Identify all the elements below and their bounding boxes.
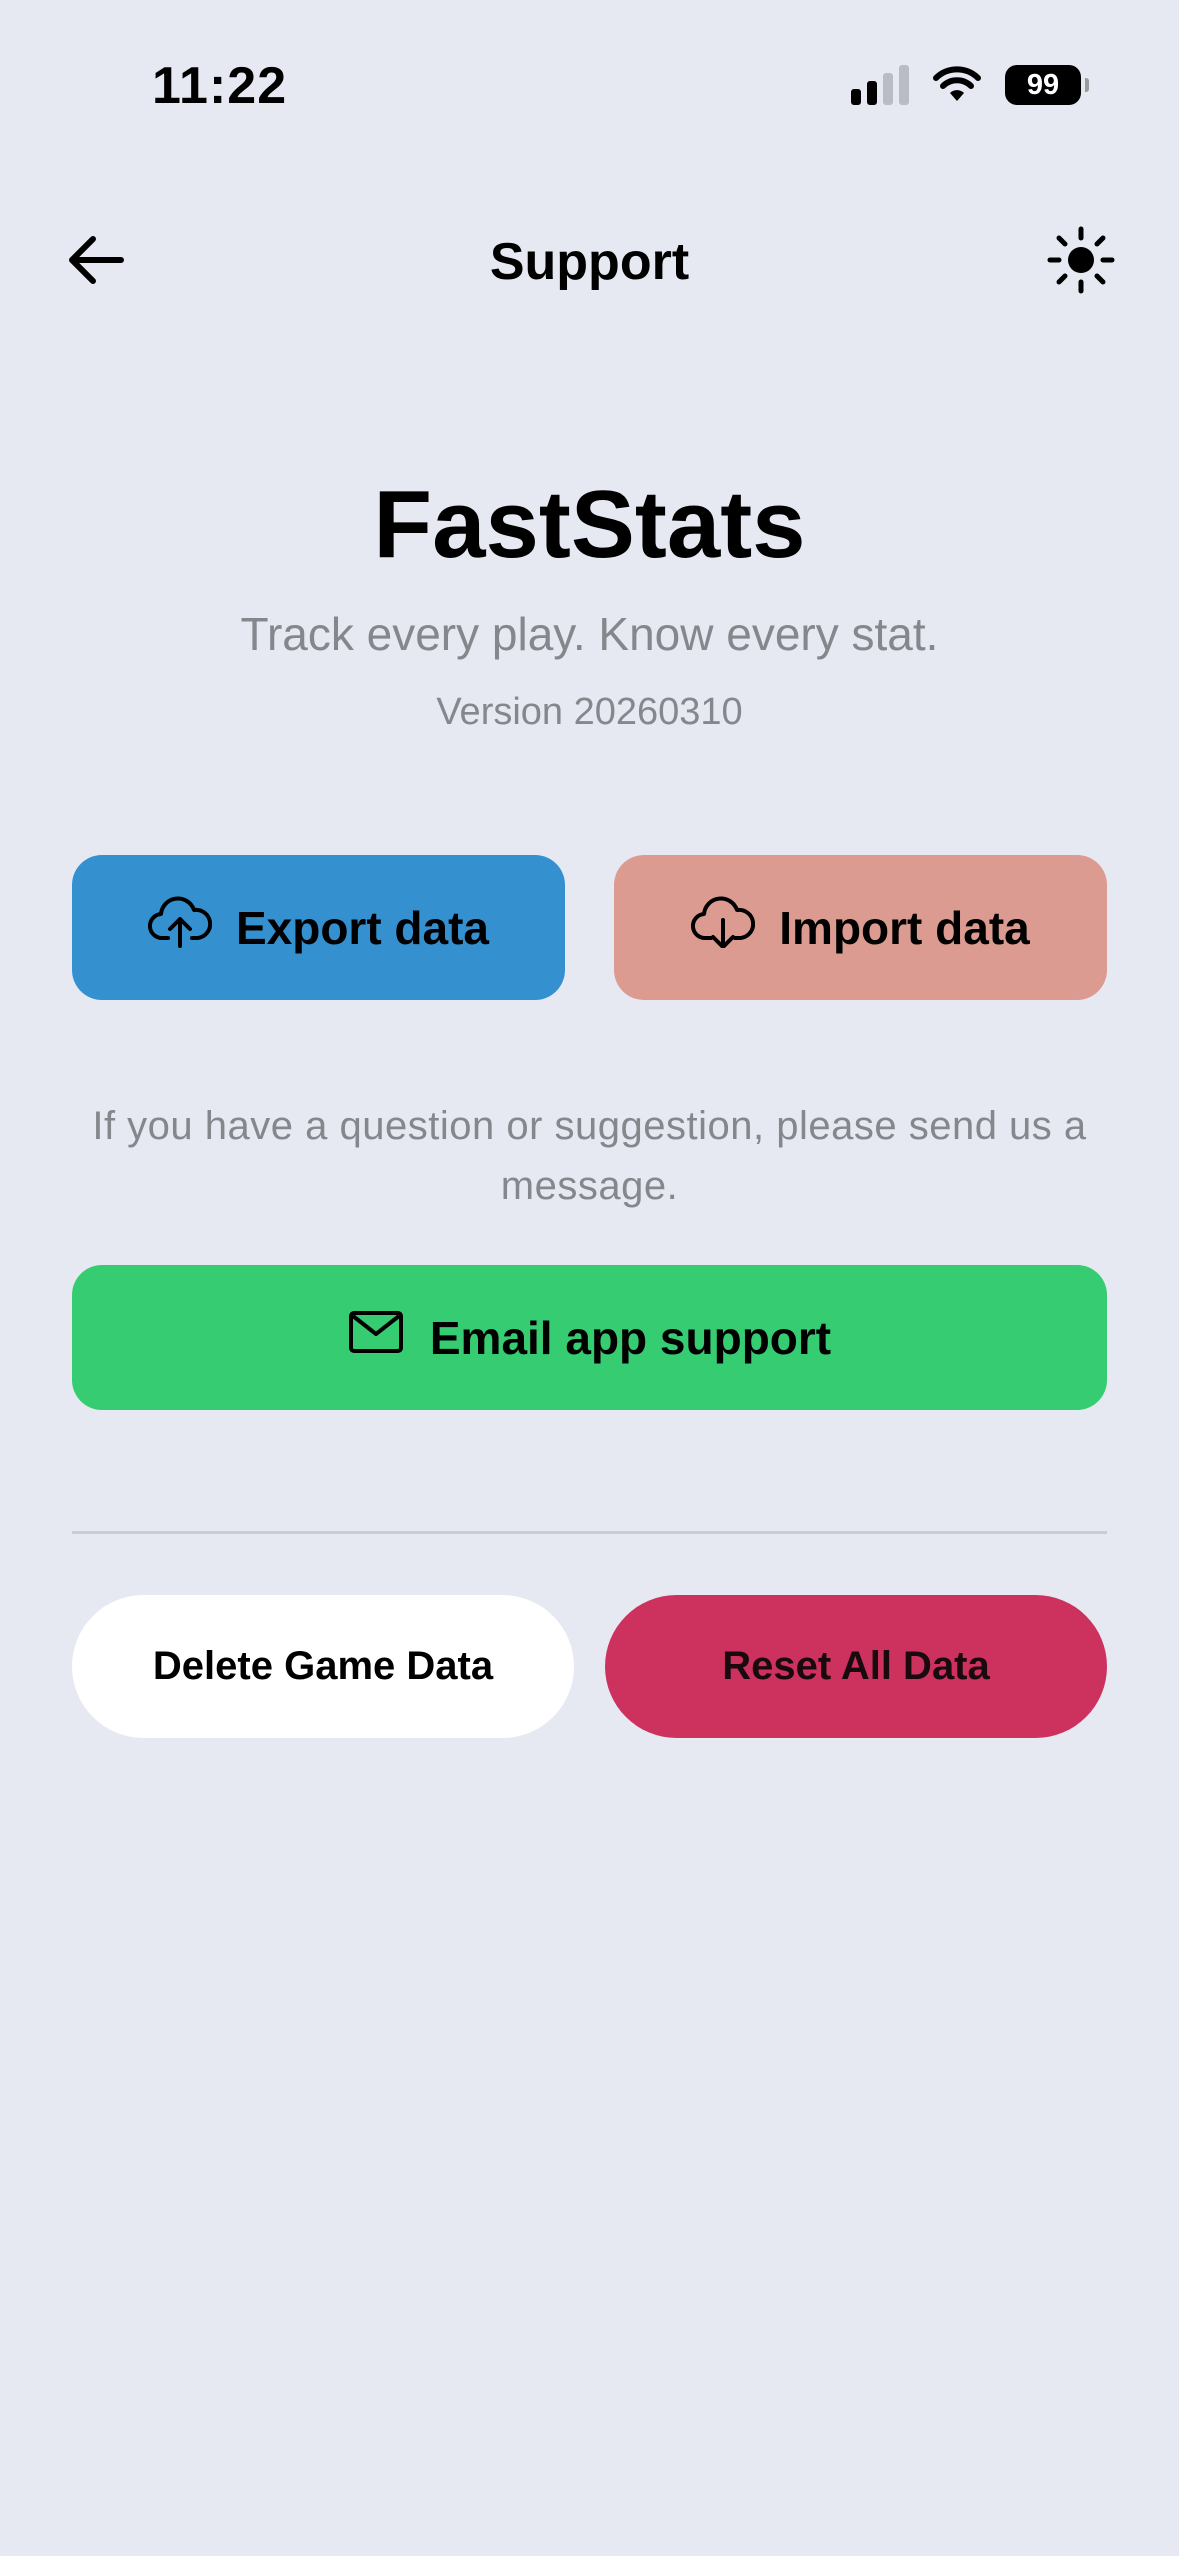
wifi-icon [931,63,983,108]
email-support-button[interactable]: Email app support [72,1265,1107,1410]
battery-icon: 99 [1005,65,1089,105]
nav-header: Support [0,200,1179,324]
status-bar: 11:22 99 [0,0,1179,170]
section-divider [72,1531,1107,1534]
reset-all-data-label: Reset All Data [722,1644,990,1688]
support-help-text: If you have a question or suggestion, pl… [92,1104,1087,1208]
app-tagline: Track every play. Know every stat. [240,608,939,660]
theme-toggle-button[interactable] [1043,224,1119,300]
app-version: Version 20260310 [436,691,743,733]
import-data-button[interactable]: Import data [614,855,1107,1000]
import-data-label: Import data [779,901,1030,954]
status-time: 11:22 [152,57,288,115]
export-data-button[interactable]: Export data [72,855,565,1000]
export-data-label: Export data [235,901,490,954]
email-support-label: Email app support [429,1311,832,1364]
status-indicators: 99 [851,62,1089,108]
mail-icon [348,1310,404,1365]
reset-all-data-button[interactable]: Reset All Data [605,1595,1107,1738]
cloud-download-icon [691,896,756,959]
cellular-signal-icon [851,65,909,105]
cloud-upload-icon [147,896,213,959]
sun-icon [1047,226,1115,299]
page-title: Support [489,233,690,291]
app-name: FastStats [373,471,806,578]
delete-game-data-button[interactable]: Delete Game Data [72,1595,574,1738]
delete-game-data-label: Delete Game Data [152,1644,494,1688]
